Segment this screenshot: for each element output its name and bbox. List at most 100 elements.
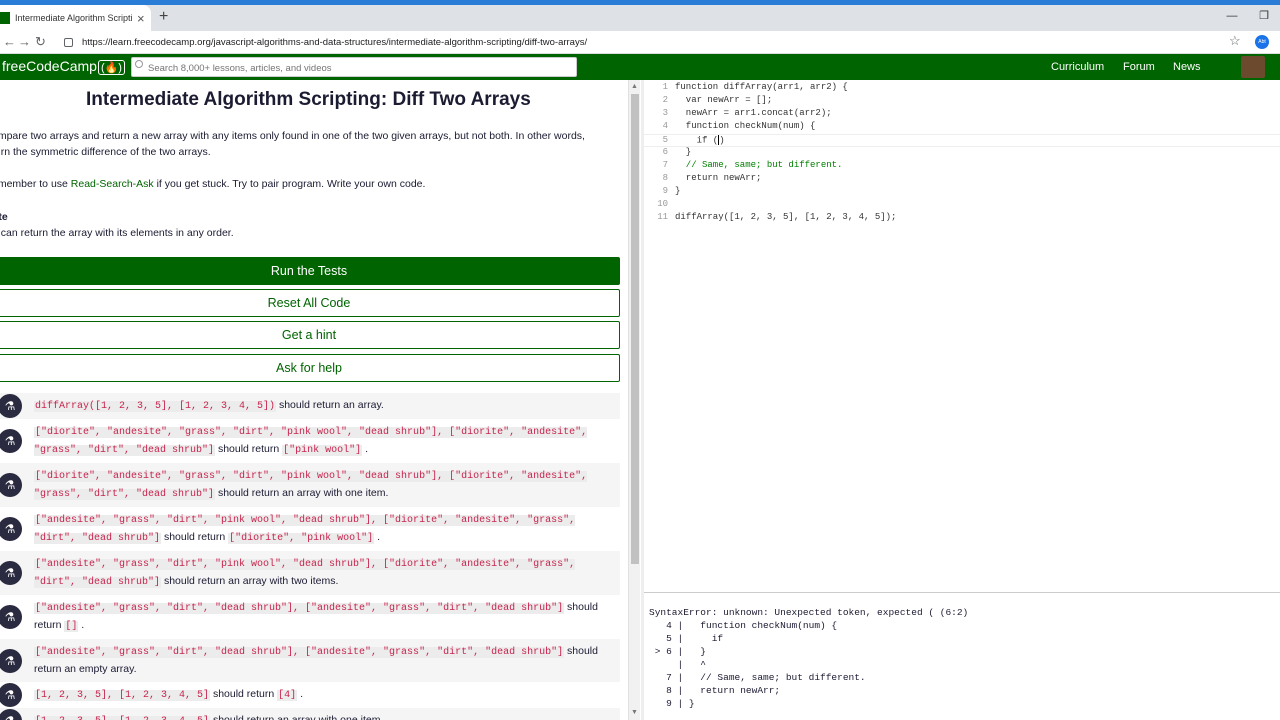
flask-icon: ⚗ — [0, 429, 22, 453]
user-avatar[interactable] — [1241, 56, 1265, 78]
code-line[interactable]: 11 diffArray([1, 2, 3, 5], [1, 2, 3, 4, 5… — [644, 212, 1280, 225]
line-code: var newArr = []; — [675, 95, 773, 105]
code-line[interactable]: 10 — [644, 199, 1280, 212]
test-list: ⚗ diffArray([1, 2, 3, 5], [1, 2, 3, 4, 5]… — [0, 393, 620, 720]
code-line[interactable]: 4 function checkNum(num) { — [644, 121, 1280, 134]
code-line[interactable]: 7 // Same, same; but different. — [644, 160, 1280, 173]
nav-link-news[interactable]: News — [1173, 61, 1201, 73]
test-code: [4] — [277, 690, 298, 701]
lock-icon — [64, 37, 73, 47]
test-text: should return — [215, 443, 283, 455]
line-code: } — [675, 147, 692, 157]
test-text: . — [362, 443, 369, 455]
test-code: [1, 2, 3, 5], [1, 2, 3, 4, 5] — [34, 690, 211, 701]
line-number: 6 — [662, 147, 668, 157]
restore-icon[interactable]: ❐ — [1248, 5, 1280, 27]
minimize-icon[interactable]: — — [1216, 5, 1248, 27]
bookmark-star-icon[interactable]: ☆ — [1229, 33, 1241, 49]
line-number: 10 — [657, 199, 668, 209]
console-line: 9 | } — [649, 698, 695, 709]
flask-icon: ⚗ — [0, 473, 22, 497]
code-line[interactable]: 5 if () — [644, 134, 1280, 147]
code-line[interactable]: 3 newArr = arr1.concat(arr2); — [644, 108, 1280, 121]
remember-text: emember to use — [0, 178, 68, 190]
flask-icon: ⚗ — [0, 605, 22, 629]
console-line: 4 | function checkNum(num) { — [649, 620, 838, 631]
close-icon[interactable]: × — [137, 12, 145, 25]
nav-link-forum[interactable]: Forum — [1123, 61, 1155, 73]
line-number: 9 — [662, 186, 668, 196]
line-number: 5 — [662, 135, 668, 146]
new-tab-plus-icon[interactable]: + — [159, 8, 168, 26]
test-code: [1, 2, 3, 5], [1, 2, 3, 4, 5] — [34, 716, 211, 720]
scroll-down-icon[interactable]: ▼ — [631, 709, 638, 716]
left-scrollbar[interactable]: ▲ ▼ — [628, 80, 640, 720]
fcc-favicon-icon — [0, 12, 10, 24]
read-search-ask-link[interactable]: Read-Search-Ask — [71, 178, 154, 190]
test-item: ⚗ ["andesite", "grass", "dirt", "pink woo… — [0, 551, 620, 595]
line-number: 11 — [657, 212, 668, 222]
test-text: should return — [161, 531, 229, 543]
scroll-thumb[interactable] — [631, 94, 639, 564]
browser-tab[interactable]: Intermediate Algorithm Scripting × — [0, 5, 151, 31]
console-line: 5 | if — [649, 633, 724, 644]
test-item: ⚗ ["andesite", "grass", "dirt", "pink woo… — [0, 507, 620, 551]
note-section: ote u can return the array with its elem… — [0, 209, 234, 241]
test-text: should return an array with one item. — [210, 714, 384, 720]
flask-icon: ⚗ — [0, 648, 22, 673]
flame-icon: (🔥) — [97, 60, 125, 75]
console-line: 8 | return newArr; — [649, 685, 781, 696]
line-code: diffArray([1, 2, 3, 5], [1, 2, 3, 4, 5])… — [675, 212, 897, 222]
code-line[interactable]: 6 } — [644, 147, 1280, 160]
forward-arrow-icon[interactable]: → — [18, 34, 31, 49]
code-line[interactable]: 2 var newArr = []; — [644, 95, 1280, 108]
flask-icon: ⚗ — [0, 709, 22, 720]
code-line[interactable]: 8 return newArr; — [644, 173, 1280, 186]
test-item: ⚗ ["andesite", "grass", "dirt", "dead shr… — [0, 595, 620, 639]
line-number: 7 — [662, 160, 668, 170]
test-code: ["andesite", "grass", "dirt", "dead shru… — [34, 603, 565, 614]
url-text: https://learn.freecodecamp.org/javascrip… — [82, 36, 588, 48]
back-arrow-icon[interactable]: ← — [3, 34, 16, 49]
description-line: ompare two arrays and return a new array… — [0, 130, 585, 142]
profile-avatar-icon[interactable]: Abt — [1255, 35, 1269, 49]
flask-icon: ⚗ — [0, 683, 22, 707]
console-line: SyntaxError: unknown: Unexpected token, … — [649, 607, 969, 618]
search-input[interactable] — [131, 57, 577, 77]
line-code: newArr = arr1.concat(arr2); — [675, 108, 832, 118]
test-text: . — [297, 688, 304, 700]
test-code: ["pink wool"] — [282, 445, 363, 456]
test-text: . — [78, 619, 85, 631]
code-line[interactable]: 1 function diffArray(arr1, arr2) { — [644, 82, 1280, 95]
line-code: function checkNum(num) { — [675, 121, 816, 131]
instructions-panel: Intermediate Algorithm Scripting: Diff T… — [0, 80, 627, 720]
test-text: . — [374, 531, 381, 543]
console-line: | ^ — [649, 659, 707, 670]
run-tests-button[interactable]: Run the Tests — [0, 257, 620, 285]
code-line[interactable]: 9} — [644, 186, 1280, 199]
flask-icon: ⚗ — [0, 394, 22, 418]
ask-for-help-button[interactable]: Ask for help — [0, 354, 620, 382]
tab-title: Intermediate Algorithm Scripting — [15, 13, 133, 23]
scroll-up-icon[interactable]: ▲ — [631, 83, 638, 90]
reload-icon[interactable]: ↻ — [35, 34, 46, 50]
line-code: // Same, same; but different. — [675, 160, 843, 170]
remember-text: if you get stuck. Try to pair program. W… — [153, 178, 426, 190]
line-code: } — [675, 186, 681, 196]
note-title: ote — [0, 211, 8, 223]
browser-tabstrip: Intermediate Algorithm Scripting × + — ❐ — [0, 0, 1280, 31]
test-item: ⚗ diffArray([1, 2, 3, 5], [1, 2, 3, 4, 5]… — [0, 393, 620, 419]
line-number: 3 — [662, 108, 668, 118]
fcc-logo[interactable]: freeCodeCamp (🔥) — [2, 58, 125, 75]
line-number: 8 — [662, 173, 668, 183]
code-editor[interactable]: 1 function diffArray(arr1, arr2) {2 var n… — [644, 80, 1280, 592]
test-code: ["andesite", "grass", "dirt", "dead shru… — [34, 647, 565, 658]
get-hint-button[interactable]: Get a hint — [0, 321, 620, 349]
nav-link-curriculum[interactable]: Curriculum — [1051, 61, 1104, 73]
flask-icon: ⚗ — [0, 561, 22, 585]
url-field[interactable]: https://learn.freecodecamp.org/javascrip… — [58, 33, 1248, 51]
line-code: if ( — [675, 135, 719, 146]
description-line: turn the symmetric difference of the two… — [0, 146, 211, 158]
reset-code-button[interactable]: Reset All Code — [0, 289, 620, 317]
search-icon — [135, 60, 143, 68]
